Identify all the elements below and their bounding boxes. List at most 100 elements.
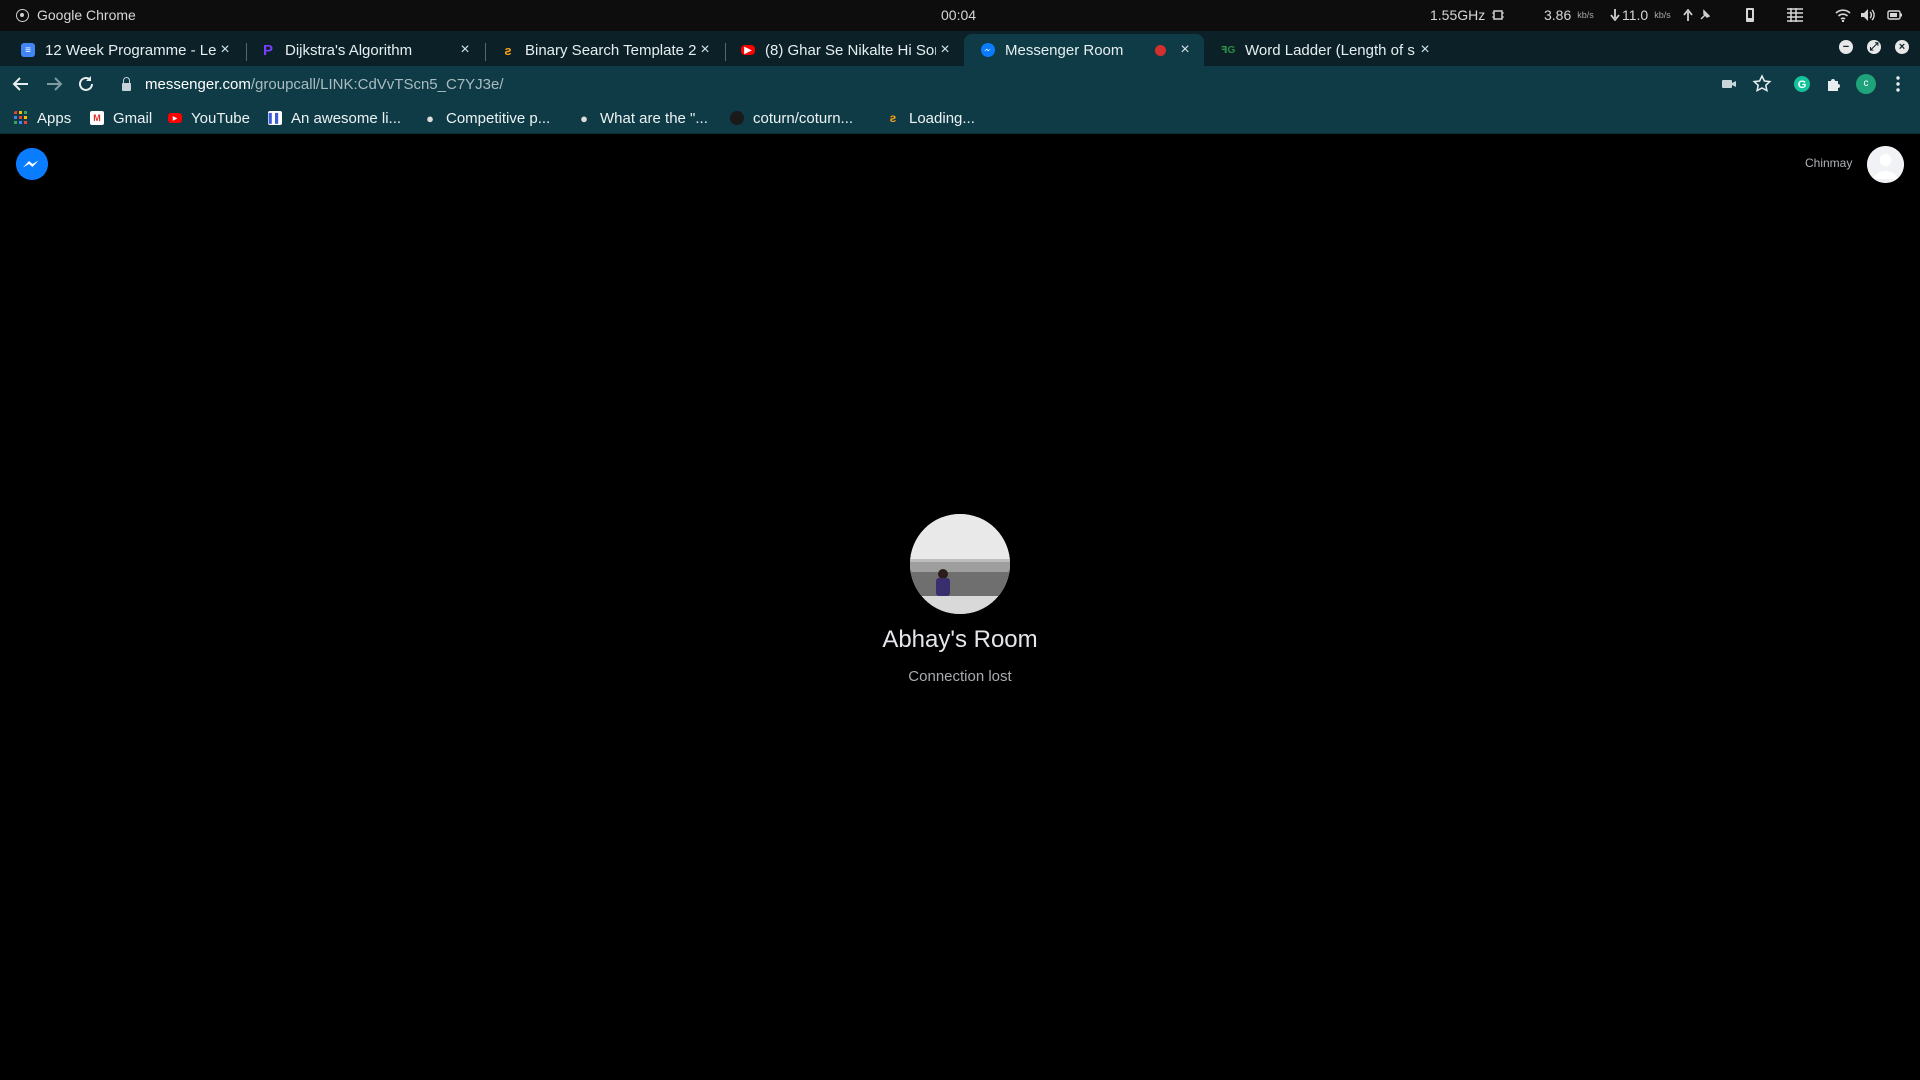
bookmark-label: Gmail bbox=[113, 109, 153, 127]
bookmark-label: Loading... bbox=[909, 109, 975, 127]
user-name: Chinmay bbox=[1805, 156, 1853, 170]
upload-speed-unit: kb/s bbox=[1654, 10, 1671, 20]
bookmark-star-icon[interactable] bbox=[1752, 74, 1772, 94]
leetcode-icon: ƨ bbox=[889, 111, 897, 125]
bookmark-competitive-programming[interactable]: ● Competitive p... bbox=[423, 108, 550, 128]
svg-text:G: G bbox=[1798, 79, 1807, 91]
default-avatar-icon bbox=[1867, 146, 1904, 183]
bookmark-loading[interactable]: ƨ Loading... bbox=[886, 108, 975, 128]
youtube-icon: ▶ bbox=[168, 113, 182, 123]
bookmark-what-are-the[interactable]: ● What are the "... bbox=[577, 108, 708, 128]
url-domain: messenger.com bbox=[145, 76, 251, 93]
tab-dijkstra[interactable]: P Dijkstra's Algorithm × bbox=[244, 34, 484, 66]
back-button[interactable] bbox=[10, 73, 32, 95]
awesome-list-icon: ▌▌ bbox=[268, 111, 282, 125]
bookmark-label: Apps bbox=[37, 109, 72, 127]
apps-grid-icon bbox=[14, 111, 27, 124]
bookmark-label: What are the "... bbox=[600, 109, 708, 127]
forward-button[interactable] bbox=[43, 73, 65, 95]
wifi-icon[interactable] bbox=[1835, 8, 1851, 22]
url-path: /groupcall/LINK:CdVvTScn5_C7YJ3e/ bbox=[250, 76, 504, 93]
bulb-icon: ● bbox=[426, 110, 434, 126]
youtube-icon: ▶ bbox=[741, 45, 755, 56]
bookmark-label: Competitive p... bbox=[446, 109, 551, 127]
tab-12-week-programme[interactable]: ≡ 12 Week Programme - Lee × bbox=[4, 34, 244, 66]
leetcode-icon: ƨ bbox=[504, 42, 512, 58]
forward-arrow-icon bbox=[47, 77, 63, 91]
room-info: Abhay's Room Connection lost bbox=[760, 514, 1160, 685]
maximize-window-button[interactable]: ⤢ bbox=[1867, 40, 1881, 54]
close-tab-icon[interactable]: × bbox=[1416, 41, 1434, 59]
close-tab-icon[interactable]: × bbox=[936, 41, 954, 59]
bookmark-apps[interactable]: Apps bbox=[14, 108, 71, 128]
os-top-panel: Google Chrome 00:04 1.55GHz 3.86 kb/s 11.… bbox=[0, 0, 1920, 31]
volume-icon[interactable] bbox=[1860, 8, 1876, 22]
pin-icon bbox=[1700, 9, 1711, 20]
tab-binary-search[interactable]: ƨ Binary Search Template 2 × bbox=[484, 34, 724, 66]
room-avatar bbox=[910, 514, 1010, 614]
profile-avatar-button[interactable]: c bbox=[1856, 74, 1876, 94]
download-speed-unit: kb/s bbox=[1577, 10, 1594, 20]
tab-title: 12 Week Programme - Lee bbox=[45, 41, 216, 59]
tab-messenger-room[interactable]: Messenger Room × bbox=[964, 34, 1204, 66]
bookmark-gmail[interactable]: M Gmail bbox=[90, 108, 152, 128]
tab-title: Dijkstra's Algorithm bbox=[285, 41, 413, 59]
gmail-icon: M bbox=[90, 111, 104, 125]
bulb-icon: ● bbox=[580, 110, 588, 126]
cpu-frequency: 1.55GHz bbox=[1430, 7, 1486, 23]
connection-status: Connection lost bbox=[908, 668, 1012, 685]
browser-toolbar: messenger.com/groupcall/LINK:CdVvTScn5_C… bbox=[0, 66, 1920, 103]
chrome-icon bbox=[16, 8, 29, 22]
tab-word-ladder[interactable]: ꟻG Word Ladder (Length of s × bbox=[1204, 34, 1444, 66]
grammarly-icon[interactable]: G bbox=[1792, 74, 1812, 94]
close-tab-icon[interactable]: × bbox=[1176, 41, 1194, 59]
bookmarks-bar: Apps M Gmail ▶ YouTube ▌▌ An awesome li.… bbox=[0, 103, 1920, 134]
cpu-monitor[interactable]: 1.55GHz bbox=[1430, 7, 1505, 23]
upload-speed-value: 11.0 bbox=[1622, 7, 1649, 23]
download-speed-value: 3.86 bbox=[1544, 7, 1572, 23]
close-tab-icon[interactable]: × bbox=[216, 41, 234, 59]
tab-title: Messenger Room bbox=[1005, 41, 1124, 59]
programiz-icon: P bbox=[262, 41, 273, 59]
tab-title: Binary Search Template 2 bbox=[525, 41, 696, 59]
chrome-menu-icon[interactable] bbox=[1888, 74, 1908, 94]
lock-icon[interactable] bbox=[122, 76, 131, 91]
address-bar[interactable]: messenger.com/groupcall/LINK:CdVvTScn5_C… bbox=[112, 69, 1712, 100]
close-window-button[interactable]: × bbox=[1895, 40, 1909, 54]
upload-arrow-icon bbox=[1683, 9, 1693, 21]
github-icon: ● bbox=[730, 111, 744, 125]
active-app-name: Google Chrome bbox=[37, 7, 136, 23]
bookmark-awesome-list[interactable]: ▌▌ An awesome li... bbox=[268, 108, 401, 128]
phone-icon[interactable] bbox=[1742, 8, 1758, 22]
room-photo-icon bbox=[910, 514, 1010, 614]
recording-indicator-icon bbox=[1155, 44, 1166, 56]
reload-button[interactable] bbox=[75, 73, 97, 95]
reload-icon bbox=[79, 76, 93, 91]
gfg-icon: ꟻG bbox=[1220, 44, 1236, 56]
bookmark-label: coturn/coturn... bbox=[753, 109, 854, 127]
camera-in-use-icon[interactable] bbox=[1719, 74, 1739, 94]
minimize-window-button[interactable]: − bbox=[1839, 40, 1853, 54]
messenger-logo-icon[interactable] bbox=[16, 148, 48, 180]
messenger-icon bbox=[981, 43, 995, 57]
back-arrow-icon bbox=[12, 77, 28, 91]
tab-youtube-song[interactable]: ▶ (8) Ghar Se Nikalte Hi Son × bbox=[724, 34, 964, 66]
battery-icon[interactable] bbox=[1887, 8, 1903, 22]
clock[interactable]: 00:04 bbox=[941, 7, 976, 23]
bookmark-coturn[interactable]: ● coturn/coturn... bbox=[730, 108, 853, 128]
bookmark-youtube[interactable]: ▶ YouTube bbox=[168, 108, 250, 128]
extensions-puzzle-icon[interactable] bbox=[1824, 74, 1844, 94]
bookmark-label: An awesome li... bbox=[291, 109, 402, 127]
close-tab-icon[interactable]: × bbox=[696, 41, 714, 59]
download-arrow-icon bbox=[1610, 9, 1620, 21]
download-speed[interactable]: 3.86 kb/s bbox=[1544, 7, 1620, 23]
close-tab-icon[interactable]: × bbox=[456, 41, 474, 59]
tab-title: Word Ladder (Length of s bbox=[1245, 41, 1415, 59]
cpu-chip-icon bbox=[1492, 10, 1505, 20]
grid-apps-icon[interactable] bbox=[1787, 8, 1803, 22]
active-app-indicator[interactable]: Google Chrome bbox=[16, 7, 136, 23]
upload-speed[interactable]: 11.0 kb/s bbox=[1622, 7, 1711, 23]
user-avatar[interactable] bbox=[1867, 146, 1904, 183]
docs-icon: ≡ bbox=[21, 43, 35, 57]
tab-title: (8) Ghar Se Nikalte Hi Son bbox=[765, 41, 936, 59]
